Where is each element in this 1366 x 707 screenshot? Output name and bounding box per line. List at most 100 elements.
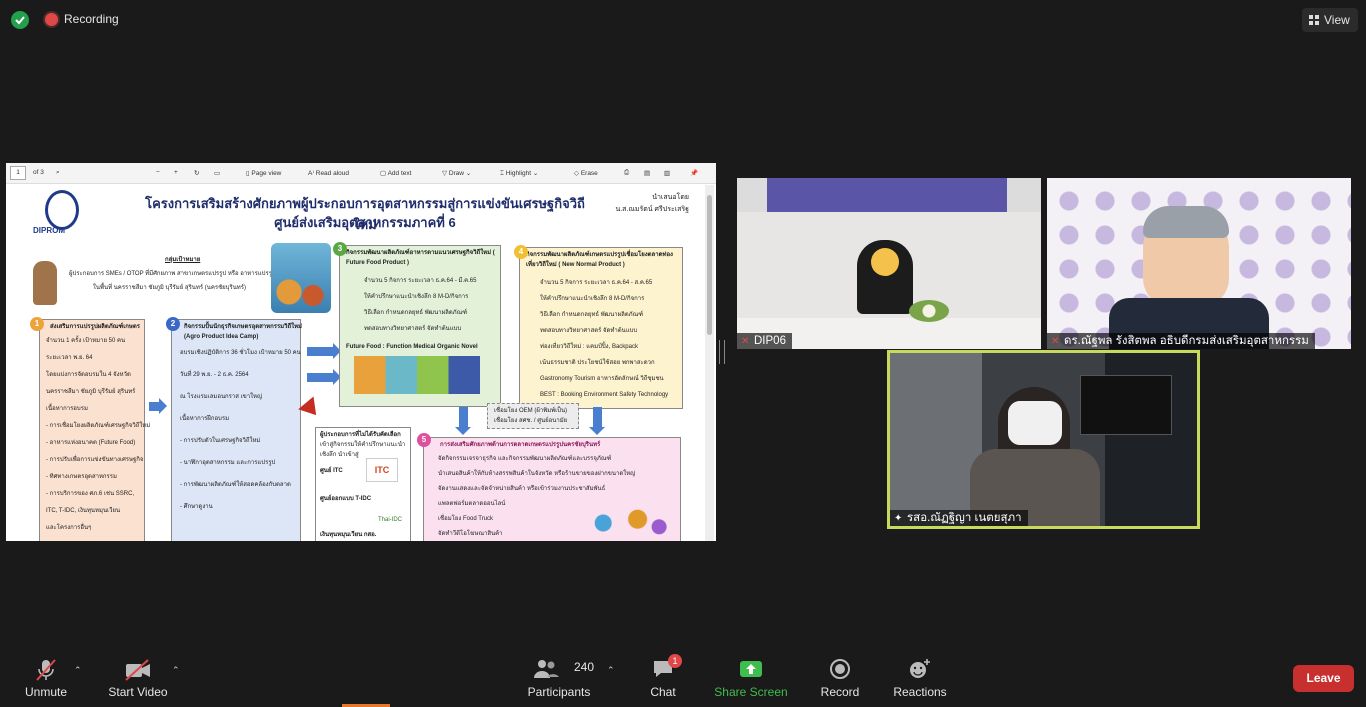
box4-line: BEST : Booking Environment Safety Techno… <box>540 392 669 398</box>
box5-line: จัดงานแสดงและจัดจำหน่ายสินค้า หรือเข้าร่… <box>438 486 606 492</box>
participants-options-caret-icon[interactable]: ⌃ <box>607 665 615 676</box>
tidc-logo: Thai-IDC <box>377 517 402 523</box>
muted-mic-icon: ✕ <box>741 336 750 347</box>
service-line-2: เชิงลึก นำเข้าสู่ <box>320 452 359 458</box>
box2-title: กิจกรรมปั้นนักธุรกิจเกษตรอุตสาหกรรมวิถีใ… <box>184 324 302 330</box>
box3-line: ให้คำปรึกษาแนะนำเชิงลึก 8 M-D/กิจการ <box>364 294 469 300</box>
activity-box-2: กิจกรรมปั้นนักธุรกิจเกษตรอุตสาหกรรมวิถีใ… <box>171 319 302 541</box>
meeting-controls-bar: Unmute ⌃ Start Video ⌃ 240 Participants … <box>0 650 1366 707</box>
video-tile-director[interactable]: ✕ ดร.ณัฐพล รังสิตพล อธิบดีกรมส่งเสริมอุตส… <box>1047 178 1351 349</box>
participant-name: ดร.ณัฐพล รังสิตพล อธิบดีกรมส่งเสริมอุตสา… <box>1064 335 1309 347</box>
produce-illustration <box>271 243 331 313</box>
video-tile-dip06[interactable]: ✕ DIP06 <box>737 178 1041 349</box>
page-total: of 3 <box>33 169 44 176</box>
box2-subtitle: (Agro Product Idea Camp) <box>184 334 259 340</box>
print-icon[interactable]: ⎙ <box>624 169 629 177</box>
box4-line: เน้นธรรมชาติ ประโยชน์ใช้สอย พกพาสะดวก <box>540 360 655 366</box>
presenter-label: นำเสนอโดย <box>652 194 689 201</box>
share-screen-icon <box>740 661 762 677</box>
target-line-2: ในพื้นที่ นครราชสีมา ชัยภูมิ บุรีรัมย์ ส… <box>93 285 246 291</box>
step-2-badge: 2 <box>166 317 180 331</box>
share-screen-label: Share Screen <box>714 685 788 699</box>
step-3-badge: 3 <box>333 242 347 256</box>
rotate-icon[interactable]: ↻ <box>194 169 199 177</box>
reactions-button[interactable]: Reactions <box>890 650 950 707</box>
grid-view-icon <box>1309 15 1320 25</box>
participants-button[interactable]: 240 Participants <box>524 650 594 707</box>
step-1-badge: 1 <box>30 317 44 331</box>
reactions-icon <box>910 659 930 678</box>
recording-icon[interactable] <box>45 13 58 26</box>
read-aloud-label: Read aloud <box>315 170 349 177</box>
box5-line: แพลตฟอร์มตลาดออนไลน์ <box>438 501 506 507</box>
search-icon[interactable]: ⌕ <box>56 169 60 177</box>
service-tidc: ศูนย์ออกแบบ T-IDC <box>320 496 372 502</box>
add-text-button[interactable]: ▢ Add text <box>380 169 411 177</box>
split-view-handle[interactable] <box>719 340 725 364</box>
erase-button[interactable]: ◇ Erase <box>574 169 598 177</box>
zoom-out-icon[interactable]: − <box>156 169 160 176</box>
shared-screen[interactable]: 1 of 3 ⌕ − + ↻ ▭ ▯ Page view A⁾ Read alo… <box>6 163 716 541</box>
video-off-icon <box>125 659 150 681</box>
zoom-in-icon[interactable]: + <box>174 169 178 176</box>
highlight-button[interactable]: ⌶ Highlight ⌄ <box>500 169 538 178</box>
target-line-1: ผู้ประกอบการ SMEs / OTOP ที่มีศักยภาพ สา… <box>69 271 276 277</box>
box3-line: ทดสอบทางวิทยาศาสตร์ จัดทำต้นแบบ <box>364 326 462 332</box>
pin-icon[interactable]: 📌 <box>690 169 698 177</box>
box1-title: ส่งเสริมการแปรรูปผลิตภัณฑ์เกษตร <box>50 324 140 330</box>
unmute-button[interactable]: Unmute <box>14 650 78 707</box>
start-video-button[interactable]: Start Video <box>104 650 172 707</box>
participant-name-bar: ✦ รสอ.ณัฏฐิญา เนตยสุภา <box>890 510 1028 526</box>
pdf-toolbar: 1 of 3 ⌕ − + ↻ ▭ ▯ Page view A⁾ Read alo… <box>6 163 716 184</box>
box3-title: กิจกรรมพัฒนาผลิตภัณฑ์อาหารตามแนวเศรษฐกิจ… <box>346 250 495 266</box>
view-button[interactable]: View <box>1302 8 1358 32</box>
flower-vase <box>909 300 949 322</box>
presenter-name: น.ส.ณมรัตน์ ศรีประเสริฐ <box>615 206 689 213</box>
fit-page-icon[interactable]: ▭ <box>214 169 220 177</box>
share-screen-button[interactable]: Share Screen <box>712 650 790 707</box>
draw-button[interactable]: ▽ Draw ⌄ <box>442 169 471 177</box>
security-shield-icon[interactable] <box>11 11 29 29</box>
video-options-caret-icon[interactable]: ⌃ <box>172 665 180 676</box>
service-fund: เงินทุนหมุนเวียน กสอ. <box>320 532 377 538</box>
chat-button[interactable]: 1 Chat <box>640 650 686 707</box>
start-video-label: Start Video <box>108 685 168 699</box>
reactions-label: Reactions <box>893 685 947 699</box>
box1-line: - อาหารแห่งอนาคต (Future Food) <box>46 440 136 446</box>
box2-line: ณ โรงแรมเลมอนกราส เขาใหญ่ <box>180 394 263 400</box>
box5-line: จัดทำวีดีโอโฆษณาสินค้า <box>438 531 503 537</box>
arrow-2-to-3b <box>307 369 341 385</box>
video-tile-active-speaker[interactable]: ✦ รสอ.ณัฏฐิญา เนตยสุภา <box>887 350 1200 529</box>
arrow-1-to-2 <box>149 398 167 414</box>
page-view-button[interactable]: ▯ Page view <box>246 169 281 177</box>
save-icon[interactable]: ▤ <box>644 169 650 177</box>
scroll-thumb[interactable] <box>707 195 712 335</box>
pdf-scrollbar[interactable] <box>705 185 714 541</box>
box1-line: ITC, T-IDC, เงินทุนหมุนเวียน <box>46 508 121 514</box>
box3-footer: Future Food : Function Medical Organic N… <box>346 344 478 350</box>
farmer-illustration <box>33 261 57 305</box>
unmute-label: Unmute <box>24 685 68 699</box>
box4-line: ท่องเที่ยววิถีใหม่ : แคมป์ปิ้ง, Backpack <box>540 344 638 350</box>
box1-line: จำนวน 1 ครั้ง เป้าหมาย 50 คน <box>46 338 126 344</box>
oem-text: เชื่อมโยง OEM (ผ้าพิมพ์เป็น) เชื่อมโยง ส… <box>494 408 568 424</box>
activity-box-3: กิจกรรมพัฒนาผลิตภัณฑ์อาหารตามแนวเศรษฐกิจ… <box>339 245 501 407</box>
record-button[interactable]: Record <box>816 650 864 707</box>
save-as-icon[interactable]: ▥ <box>664 169 670 177</box>
erase-label: Erase <box>580 170 598 177</box>
red-arrow-icon <box>298 396 324 422</box>
read-aloud-button[interactable]: A⁾ Read aloud <box>308 169 349 177</box>
record-icon <box>830 659 850 679</box>
record-label: Record <box>820 685 860 699</box>
arrow-2-to-3 <box>307 343 341 359</box>
target-heading: กลุ่มเป้าหมาย <box>165 257 201 263</box>
page-number-input[interactable]: 1 <box>10 166 26 180</box>
leave-button[interactable]: Leave <box>1293 665 1354 692</box>
chat-label: Chat <box>650 685 676 699</box>
audio-options-caret-icon[interactable]: ⌃ <box>74 665 82 676</box>
backdrop-banner <box>767 178 1007 212</box>
box2-line: - นาฬิกาอุตสาหกรรม และการแปรรูป <box>180 460 276 466</box>
pin-icon: ✦ <box>894 513 903 524</box>
draw-label: Draw <box>448 170 464 177</box>
box2-line: วันที่ 29 พ.ย. - 2 ธ.ค. 2564 <box>180 372 249 378</box>
